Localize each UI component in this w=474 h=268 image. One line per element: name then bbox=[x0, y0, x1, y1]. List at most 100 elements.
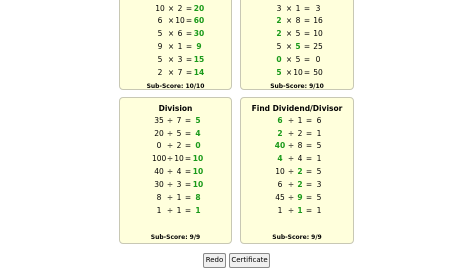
answer: 6 bbox=[316, 116, 322, 125]
answer: 0 bbox=[315, 55, 321, 64]
sub-score: Sub-Score: 10/10 bbox=[146, 83, 205, 90]
operand-b: 4 bbox=[297, 154, 303, 163]
answer: 5 bbox=[316, 141, 322, 150]
equals: = bbox=[303, 42, 311, 51]
answer: 5 bbox=[316, 167, 322, 176]
answer: 16 bbox=[313, 16, 323, 25]
operand-b: 2 bbox=[176, 141, 182, 150]
operator: ÷ bbox=[166, 154, 174, 163]
operator: × bbox=[167, 29, 175, 38]
operator: × bbox=[167, 55, 175, 64]
operand-b: 5 bbox=[295, 55, 301, 64]
operand-b: 1 bbox=[177, 42, 183, 51]
operand-b: 10 bbox=[174, 154, 184, 163]
operator: × bbox=[285, 16, 293, 25]
operand-a: 1 bbox=[156, 206, 162, 215]
operand-b: 3 bbox=[176, 180, 182, 189]
operand-a: 40 bbox=[274, 141, 286, 150]
operator: × bbox=[285, 4, 293, 13]
equals: = bbox=[305, 154, 313, 163]
answer: 8 bbox=[195, 193, 201, 202]
equals: = bbox=[185, 16, 193, 25]
equals: = bbox=[305, 206, 313, 215]
equals: = bbox=[184, 141, 192, 150]
equals: = bbox=[305, 180, 313, 189]
equals: = bbox=[303, 4, 311, 13]
answer: 10 bbox=[192, 180, 204, 189]
operand-a: 5 bbox=[276, 42, 282, 51]
operand-a: 2 bbox=[276, 16, 282, 25]
equals: = bbox=[185, 42, 193, 51]
operator: ÷ bbox=[287, 116, 295, 125]
answer: 14 bbox=[193, 68, 205, 77]
operand-a: 10 bbox=[275, 167, 285, 176]
operand-a: 6 bbox=[157, 16, 163, 25]
operator: × bbox=[285, 42, 293, 51]
operand-b: 1 bbox=[176, 206, 182, 215]
operator: ÷ bbox=[166, 167, 174, 176]
equals: = bbox=[305, 141, 313, 150]
equals: = bbox=[303, 68, 311, 77]
operand-b: 8 bbox=[297, 141, 303, 150]
operand-b: 3 bbox=[177, 55, 183, 64]
operand-b: 2 bbox=[177, 4, 183, 13]
answer: 5 bbox=[195, 116, 201, 125]
equals: = bbox=[303, 16, 311, 25]
equals: = bbox=[185, 68, 193, 77]
equals: = bbox=[303, 29, 311, 38]
operator: ÷ bbox=[287, 154, 295, 163]
answer: 1 bbox=[316, 206, 322, 215]
operand-b: 10 bbox=[175, 16, 185, 25]
find-dividend-divisor-panel: Find Dividend/Divisor 6 ÷ 1 = 6 2 ÷ 2 = 1 40 ÷ 8 = 5… bbox=[240, 97, 354, 244]
operator: ÷ bbox=[166, 206, 174, 215]
answer: 10 bbox=[192, 154, 204, 163]
answer: 3 bbox=[316, 180, 322, 189]
operand-a: 100 bbox=[152, 154, 167, 163]
operand-a: 5 bbox=[276, 68, 282, 77]
equals: = bbox=[303, 55, 311, 64]
operator: ÷ bbox=[166, 141, 174, 150]
equals: = bbox=[305, 167, 313, 176]
answer: 15 bbox=[193, 55, 205, 64]
operator: ÷ bbox=[287, 206, 295, 215]
operand-b: 6 bbox=[177, 29, 183, 38]
answer: 1 bbox=[316, 154, 322, 163]
answer: 60 bbox=[193, 16, 205, 25]
operand-b: 9 bbox=[297, 193, 303, 202]
answer: 20 bbox=[193, 4, 205, 13]
operand-b: 5 bbox=[295, 42, 301, 51]
division-panel: Division 35 ÷ 7 = 5 20 ÷ 5 = 4 0 ÷ 2 = 0 100 ÷ 10 = 10 4… bbox=[119, 97, 232, 244]
operator: × bbox=[167, 68, 175, 77]
answer: 10 bbox=[192, 167, 204, 176]
operator: ÷ bbox=[166, 129, 174, 138]
operand-b: 1 bbox=[297, 206, 303, 215]
answer: 30 bbox=[193, 29, 205, 38]
operand-b: 10 bbox=[293, 68, 303, 77]
operand-b: 1 bbox=[176, 193, 182, 202]
operator: ÷ bbox=[287, 193, 295, 202]
answer: 50 bbox=[313, 68, 323, 77]
operand-a: 2 bbox=[157, 68, 163, 77]
operand-b: 7 bbox=[176, 116, 182, 125]
operand-b: 2 bbox=[297, 180, 303, 189]
operand-a: 0 bbox=[276, 55, 282, 64]
operand-a: 40 bbox=[154, 167, 164, 176]
sub-score: Sub-Score: 9/9 bbox=[272, 234, 322, 241]
equals: = bbox=[184, 116, 192, 125]
operand-b: 8 bbox=[295, 16, 301, 25]
operator: × bbox=[285, 29, 293, 38]
equals: = bbox=[185, 4, 193, 13]
operand-a: 30 bbox=[154, 180, 164, 189]
operator: ÷ bbox=[287, 129, 295, 138]
operand-a: 10 bbox=[155, 4, 165, 13]
equals: = bbox=[184, 154, 192, 163]
answer: 1 bbox=[316, 129, 322, 138]
operator: ÷ bbox=[166, 116, 174, 125]
multiplication-panel-1: 10 × 2 = 20 6 × 10 = 60 5 × 6 = 30 9 × 1 = 9 5 × 3 = 15 2 × 7 =… bbox=[119, 0, 232, 90]
operand-a: 5 bbox=[157, 55, 163, 64]
equals: = bbox=[305, 193, 313, 202]
answer: 5 bbox=[316, 193, 322, 202]
operand-b: 7 bbox=[177, 68, 183, 77]
operand-b: 4 bbox=[176, 167, 182, 176]
operand-a: 6 bbox=[277, 116, 283, 125]
